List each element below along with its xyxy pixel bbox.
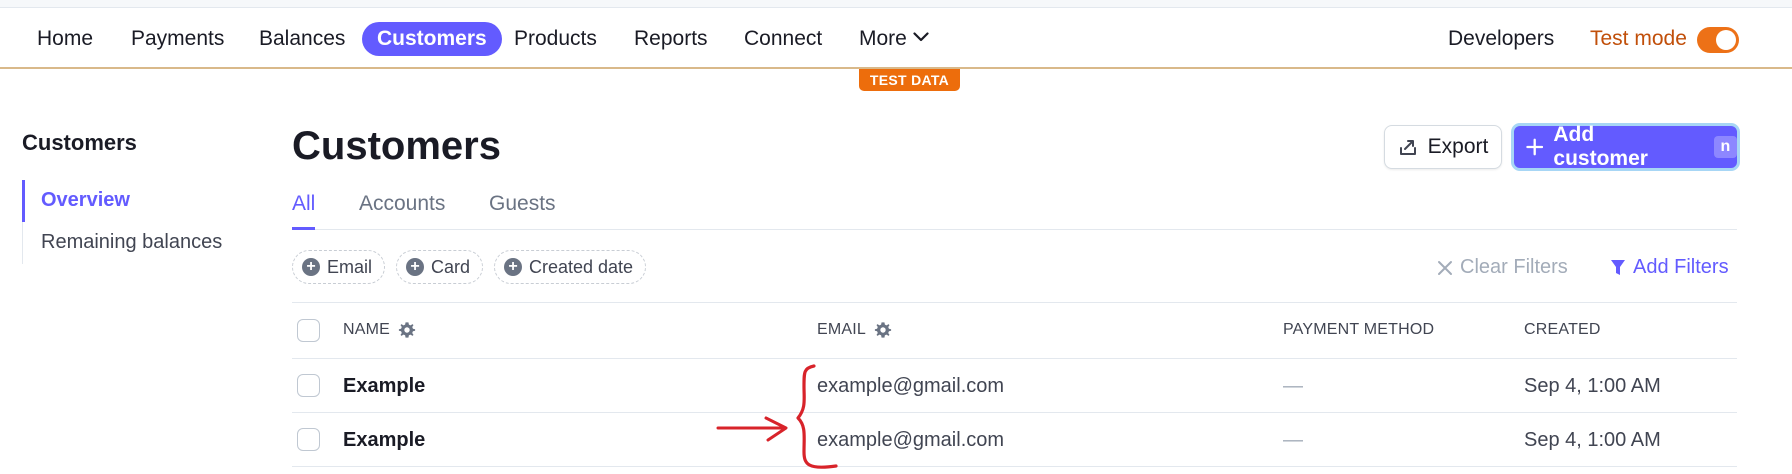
top-navigation: Home Payments Balances Customers Product… <box>0 8 1792 69</box>
export-button[interactable]: Export <box>1384 125 1502 169</box>
column-header-payment-method: PAYMENT METHOD <box>1283 321 1435 338</box>
export-icon <box>1399 140 1416 155</box>
column-header-name: NAME <box>343 321 416 339</box>
nav-developers[interactable]: Developers <box>1433 22 1569 56</box>
customer-payment-method: — <box>1283 429 1303 451</box>
nav-customers[interactable]: Customers <box>362 22 502 56</box>
page-title: Customers <box>292 124 501 168</box>
filter-chip-email[interactable]: + Email <box>292 250 386 284</box>
clear-filters-label: Clear Filters <box>1460 256 1568 278</box>
nav-products[interactable]: Products <box>499 22 612 56</box>
gear-icon[interactable] <box>874 321 892 339</box>
add-filters-label: Add Filters <box>1633 256 1729 278</box>
plus-icon <box>1526 138 1544 156</box>
browser-top-strip <box>0 0 1792 8</box>
tab-guests[interactable]: Guests <box>489 192 556 230</box>
close-icon <box>1438 260 1452 275</box>
keyboard-shortcut-badge: n <box>1713 136 1737 158</box>
plus-circle-icon: + <box>406 258 424 276</box>
export-button-label: Export <box>1427 135 1489 158</box>
nav-balances[interactable]: Balances <box>244 22 360 56</box>
customer-email: example@gmail.com <box>817 429 1005 451</box>
customer-tabs: All Accounts Guests <box>292 192 1737 230</box>
nav-connect[interactable]: Connect <box>729 22 837 56</box>
row-checkbox[interactable] <box>297 374 320 397</box>
filter-funnel-icon <box>1611 259 1625 275</box>
customer-name[interactable]: Example <box>343 375 425 398</box>
filter-chip-label: Email <box>327 256 373 277</box>
filter-chip-label: Card <box>431 256 471 277</box>
customer-email: example@gmail.com <box>817 375 1005 397</box>
nav-payments[interactable]: Payments <box>116 22 239 56</box>
test-data-badge: TEST DATA <box>859 69 960 91</box>
tab-accounts[interactable]: Accounts <box>359 192 445 230</box>
test-mode-label: Test mode <box>1590 27 1687 50</box>
customer-name[interactable]: Example <box>343 429 425 452</box>
nav-more-label: More <box>859 27 907 50</box>
nav-home[interactable]: Home <box>22 22 108 56</box>
chevron-down-icon <box>913 32 929 42</box>
column-header-created: CREATED <box>1524 321 1601 338</box>
select-all-checkbox[interactable] <box>297 319 320 342</box>
column-header-name-label: NAME <box>343 321 391 338</box>
annotation-arrow-brace-icon <box>716 364 838 469</box>
row-checkbox[interactable] <box>297 428 320 451</box>
sidebar-item-overview[interactable]: Overview <box>22 180 242 222</box>
filter-chip-label: Created date <box>529 256 634 277</box>
toggle-knob <box>1716 30 1736 50</box>
sidebar-title: Customers <box>22 130 137 155</box>
header-divider <box>292 358 1737 359</box>
table-top-divider <box>292 302 1737 303</box>
row-divider <box>292 412 1737 413</box>
add-filters-button[interactable]: Add Filters <box>1610 256 1729 279</box>
add-customer-label: Add customer <box>1553 123 1648 170</box>
customer-created: Sep 4, 1:00 AM <box>1524 375 1661 397</box>
clear-filters-button[interactable]: Clear Filters <box>1437 256 1568 279</box>
test-mode-toggle[interactable] <box>1697 27 1739 53</box>
filter-chip-card[interactable]: + Card <box>396 250 484 284</box>
filter-chip-created-date[interactable]: + Created date <box>494 250 647 284</box>
add-customer-button[interactable]: Add customer n <box>1511 123 1740 171</box>
sidebar-item-remaining-balances[interactable]: Remaining balances <box>23 222 242 264</box>
column-header-email-label: EMAIL <box>817 321 867 338</box>
customer-created: Sep 4, 1:00 AM <box>1524 429 1661 451</box>
plus-circle-icon: + <box>504 258 522 276</box>
gear-icon[interactable] <box>398 321 416 339</box>
tab-all[interactable]: All <box>292 192 316 230</box>
column-header-email: EMAIL <box>817 321 892 339</box>
plus-circle-icon: + <box>302 258 320 276</box>
customer-payment-method: — <box>1283 375 1303 397</box>
nav-reports[interactable]: Reports <box>619 22 723 56</box>
row-divider <box>292 466 1737 467</box>
sidebar-nav: Overview Remaining balances <box>22 180 242 264</box>
nav-more[interactable]: More <box>844 22 944 56</box>
